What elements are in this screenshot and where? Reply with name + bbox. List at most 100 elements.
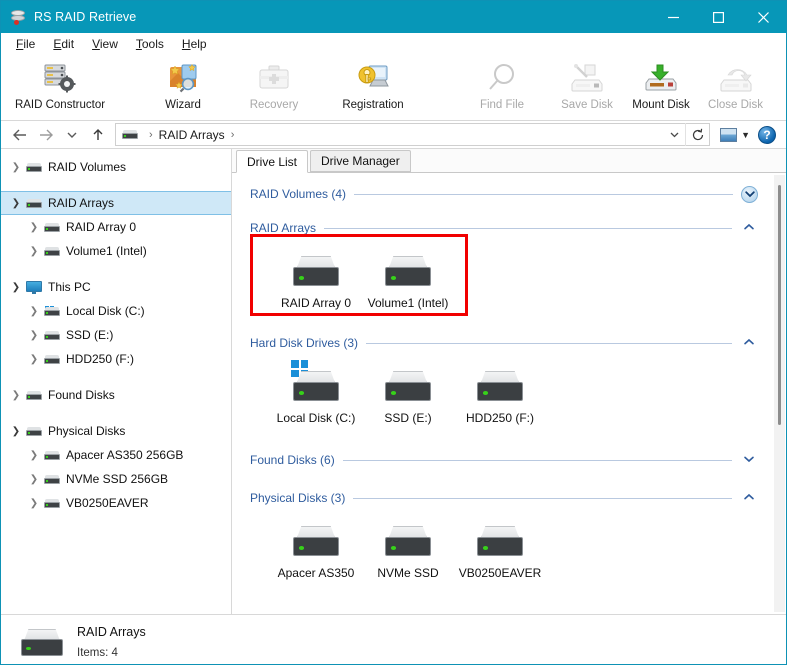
section-header[interactable]: Found Disks (6) xyxy=(250,447,758,473)
toolbar-close-disk-button[interactable]: Close Disk xyxy=(699,58,772,111)
section-raid-volumes: RAID Volumes (4) xyxy=(232,181,786,207)
tree-item-label: Apacer AS350 256GB xyxy=(66,448,184,462)
toolbar-raid-constructor-button[interactable]: RAID Constructor xyxy=(1,58,119,111)
chevron-right-icon[interactable]: ❯ xyxy=(25,450,43,461)
chevron-right-icon[interactable]: ❯ xyxy=(25,246,43,257)
tree-item-raid-array-0[interactable]: ❯ RAID Array 0 xyxy=(1,215,231,239)
drive-item-local-disk-c[interactable]: Local Disk (C:) xyxy=(270,360,362,425)
tree-item-label: RAID Arrays xyxy=(48,196,115,210)
toolbar-wizard-button[interactable]: Wizard xyxy=(147,58,219,111)
chevron-up-icon[interactable] xyxy=(740,222,758,234)
breadcrumb-separator-2[interactable]: › xyxy=(231,129,235,141)
drive-icon xyxy=(385,366,431,406)
chevron-up-icon[interactable] xyxy=(740,337,758,349)
tree-item-ssd-e[interactable]: ❯ SSD (E:) xyxy=(1,323,231,347)
chevron-down-icon[interactable]: ❯ xyxy=(7,198,25,209)
menu-help[interactable]: Help xyxy=(173,35,216,53)
chevron-right-icon[interactable]: ❯ xyxy=(7,390,25,401)
menu-tools[interactable]: Tools xyxy=(127,35,173,53)
chevron-down-circled-icon[interactable] xyxy=(741,185,758,203)
drive-item-label: Volume1 (Intel) xyxy=(367,296,449,310)
section-header[interactable]: RAID Arrays xyxy=(250,215,758,241)
drive-item-label: RAID Array 0 xyxy=(280,296,352,310)
chevron-right-icon[interactable]: ❯ xyxy=(7,162,25,173)
toolbar-mount-disk-button[interactable]: Mount Disk xyxy=(623,58,699,111)
drive-icon xyxy=(385,251,431,291)
history-chevron-icon[interactable] xyxy=(59,123,85,147)
tree-item-volume1-intel[interactable]: ❯ Volume1 (Intel) xyxy=(1,239,231,263)
toolbar-registration-button[interactable]: Registration xyxy=(327,58,419,111)
toolbar-find-file-button[interactable]: Find File xyxy=(463,58,541,111)
section-header[interactable]: Physical Disks (3) xyxy=(250,485,758,511)
navigation-tree[interactable]: ❯ RAID Volumes ❯ RAID Arrays ❯ RAID Arra… xyxy=(1,149,232,614)
drive-icon xyxy=(43,246,61,256)
drive-item-ssd-e[interactable]: SSD (E:) xyxy=(362,366,454,425)
drive-item-volume1-intel[interactable]: Volume1 (Intel) xyxy=(362,251,454,310)
chevron-down-icon[interactable] xyxy=(740,454,758,466)
tree-item-raid-volumes[interactable]: ❯ RAID Volumes xyxy=(1,155,231,179)
chevron-right-icon[interactable]: ❯ xyxy=(25,354,43,365)
menu-view[interactable]: View xyxy=(83,35,127,53)
drive-icon xyxy=(25,390,43,400)
breadcrumb-separator-1: › xyxy=(149,128,153,141)
tree-item-this-pc[interactable]: ❯ This PC xyxy=(1,275,231,299)
back-arrow-icon[interactable] xyxy=(7,123,33,147)
tree-item-label: Local Disk (C:) xyxy=(66,304,145,318)
menu-file[interactable]: File xyxy=(7,35,44,53)
help-icon[interactable]: ? xyxy=(758,125,776,144)
section-rule xyxy=(324,227,732,229)
maximize-icon[interactable] xyxy=(696,1,741,33)
title-bar: RS RAID Retrieve xyxy=(1,1,786,33)
drive-item-apacer-as350[interactable]: Apacer AS350 xyxy=(270,521,362,580)
drive-item-nvme-ssd[interactable]: NVMe SSD xyxy=(362,521,454,580)
tree-item-apacer-as350[interactable]: ❯ Apacer AS350 256GB xyxy=(1,443,231,467)
tree-item-hdd250-f[interactable]: ❯ HDD250 (F:) xyxy=(1,347,231,371)
tree-item-local-disk-c[interactable]: ❯ Local Disk (C:) xyxy=(1,299,231,323)
section-title: RAID Volumes (4) xyxy=(250,187,347,201)
forward-arrow-icon[interactable] xyxy=(33,123,59,147)
tab-drive-list[interactable]: Drive List xyxy=(236,150,309,173)
vertical-scrollbar[interactable] xyxy=(774,175,785,612)
recovery-kit-icon xyxy=(258,60,290,96)
chevron-up-icon[interactable] xyxy=(740,492,758,504)
close-icon[interactable] xyxy=(741,1,786,33)
drive-item-vb0250eaver[interactable]: VB0250EAVER xyxy=(454,521,546,580)
scrollbar-thumb[interactable] xyxy=(778,185,781,425)
breadcrumb-current[interactable]: RAID Arrays xyxy=(159,128,225,142)
tree-item-physical-disks[interactable]: ❯ Physical Disks xyxy=(1,419,231,443)
tree-item-nvme-ssd[interactable]: ❯ NVMe SSD 256GB xyxy=(1,467,231,491)
address-dropdown-icon[interactable] xyxy=(663,129,685,140)
chevron-down-icon[interactable]: ❯ xyxy=(7,282,25,293)
view-mode-icon[interactable] xyxy=(720,127,738,142)
main-body: ❯ RAID Volumes ❯ RAID Arrays ❯ RAID Arra… xyxy=(1,149,786,614)
chevron-right-icon[interactable]: ❯ xyxy=(25,222,43,233)
toolbar-recovery-button[interactable]: Recovery xyxy=(235,58,313,111)
chevron-right-icon[interactable]: ❯ xyxy=(25,330,43,341)
content-pane: Drive List Drive Manager RAID Volumes (4… xyxy=(232,149,786,614)
toolbar-mount-disk-label: Mount Disk xyxy=(632,99,690,111)
tree-item-vb0250eaver[interactable]: ❯ VB0250EAVER xyxy=(1,491,231,515)
minimize-icon[interactable] xyxy=(651,1,696,33)
toolbar-save-disk-button[interactable]: Save Disk xyxy=(551,58,623,111)
section-header[interactable]: Hard Disk Drives (3) xyxy=(250,330,758,356)
drive-item-raid-array-0[interactable]: RAID Array 0 xyxy=(270,251,362,310)
address-input[interactable]: › RAID Arrays › xyxy=(115,123,711,146)
tree-item-raid-arrays[interactable]: ❯ RAID Arrays xyxy=(1,191,231,215)
section-header[interactable]: RAID Volumes (4) xyxy=(250,181,758,207)
tree-item-label: RAID Array 0 xyxy=(66,220,137,234)
view-mode-chevron-down-icon[interactable]: ▼ xyxy=(741,130,750,140)
chevron-down-icon[interactable]: ❯ xyxy=(7,426,25,437)
toolbar-raid-constructor-label: RAID Constructor xyxy=(14,99,106,111)
section-rule xyxy=(353,497,732,499)
tree-item-label: VB0250EAVER xyxy=(66,496,149,510)
status-detail: Items: 4 xyxy=(77,647,118,659)
drive-item-hdd250-f[interactable]: HDD250 (F:) xyxy=(454,366,546,425)
tree-item-found-disks[interactable]: ❯ Found Disks xyxy=(1,383,231,407)
chevron-right-icon[interactable]: ❯ xyxy=(25,306,43,317)
refresh-icon[interactable] xyxy=(685,123,709,146)
chevron-right-icon[interactable]: ❯ xyxy=(25,498,43,509)
up-arrow-icon[interactable] xyxy=(85,123,111,147)
menu-edit[interactable]: Edit xyxy=(44,35,83,53)
tab-drive-manager[interactable]: Drive Manager xyxy=(310,150,411,172)
chevron-right-icon[interactable]: ❯ xyxy=(25,474,43,485)
